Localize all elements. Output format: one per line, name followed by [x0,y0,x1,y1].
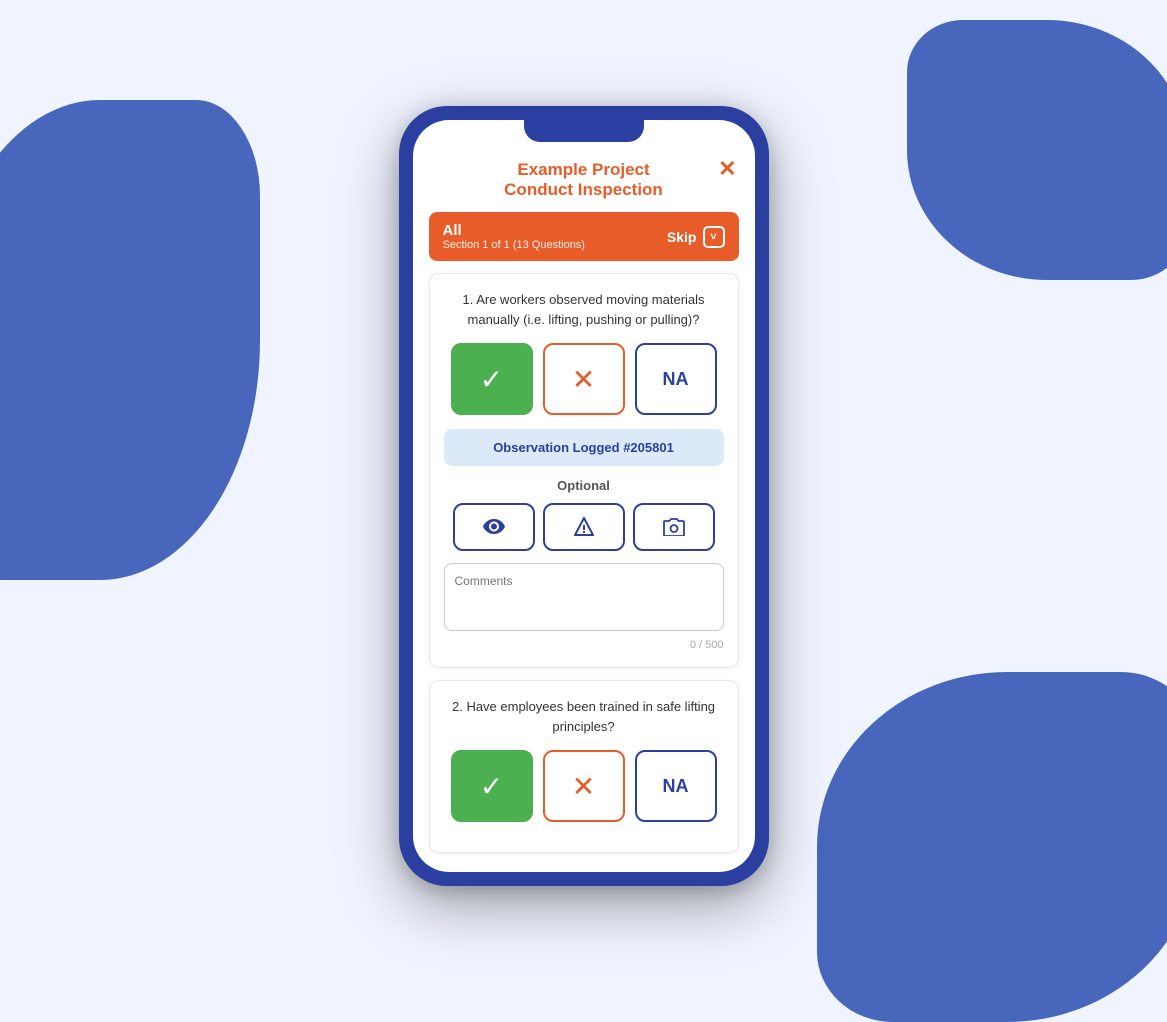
check-icon: ✓ [480,363,503,396]
optional-buttons [444,503,724,551]
eye-icon [483,519,505,535]
alert-button[interactable] [543,503,625,551]
screen-header: Example Project Conduct Inspection ✕ [413,144,755,212]
cross-icon-q2: ✕ [572,770,595,803]
alert-icon [574,517,594,537]
question-2-text: 2. Have employees been trained in safe l… [444,697,724,736]
question-2-card: 2. Have employees been trained in safe l… [429,680,739,853]
blob-bottom-right [817,672,1167,1022]
na-button-q2[interactable]: NA [635,750,717,822]
char-count: 0 / 500 [444,639,724,651]
camera-button[interactable] [633,503,715,551]
section-title: All [443,222,585,239]
question-1-card: 1. Are workers observed moving materials… [429,273,739,668]
section-bar-left: All Section 1 of 1 (13 Questions) [443,222,585,251]
yes-button-q2[interactable]: ✓ [451,750,533,822]
section-bar[interactable]: All Section 1 of 1 (13 Questions) Skip ˅ [429,212,739,261]
check-icon-q2: ✓ [480,770,503,803]
optional-label: Optional [444,478,724,493]
skip-label: Skip [667,229,697,245]
view-button[interactable] [453,503,535,551]
project-name: Example Project [437,160,731,180]
phone-screen: Example Project Conduct Inspection ✕ All… [413,120,755,872]
no-button-q2[interactable]: ✕ [543,750,625,822]
question-1-text: 1. Are workers observed moving materials… [444,290,724,329]
question-2-answers: ✓ ✕ NA [444,750,724,822]
screen-content: Example Project Conduct Inspection ✕ All… [413,120,755,872]
camera-icon [663,518,685,536]
screen-title: Conduct Inspection [437,180,731,200]
observation-logged: Observation Logged #205801 [444,429,724,466]
na-button-q1[interactable]: NA [635,343,717,415]
no-button-q1[interactable]: ✕ [543,343,625,415]
phone-frame: Example Project Conduct Inspection ✕ All… [399,106,769,886]
section-subtitle: Section 1 of 1 (13 Questions) [443,239,585,251]
blob-top-right [907,20,1167,280]
blob-left [0,100,260,580]
close-button[interactable]: ✕ [718,158,736,180]
question-1-answers: ✓ ✕ NA [444,343,724,415]
na-label-q2: NA [663,776,689,797]
comments-field[interactable] [444,563,724,631]
cross-icon: ✕ [572,363,595,396]
phone-notch [524,120,644,142]
section-bar-right[interactable]: Skip ˅ [667,226,725,248]
chevron-down-icon[interactable]: ˅ [703,226,725,248]
yes-button-q1[interactable]: ✓ [451,343,533,415]
na-label: NA [663,369,689,390]
